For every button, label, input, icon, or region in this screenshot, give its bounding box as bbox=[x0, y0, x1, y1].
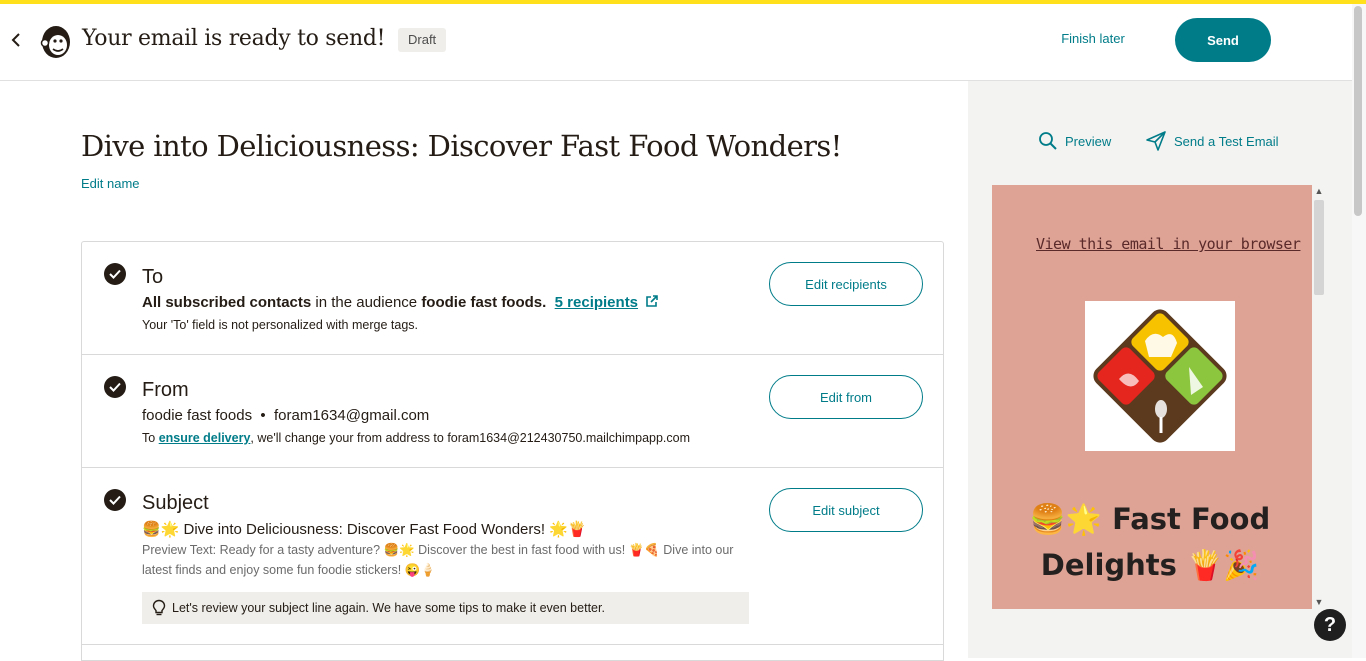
scroll-up-icon[interactable]: ▲ bbox=[1314, 186, 1324, 196]
to-audience-line: All subscribed contacts in the audience … bbox=[142, 294, 659, 312]
from-heading: From bbox=[142, 379, 189, 401]
subject-heading: Subject bbox=[142, 492, 209, 514]
ensure-delivery-link[interactable]: ensure delivery bbox=[159, 431, 251, 445]
to-audience-name: foodie fast foods. bbox=[421, 294, 547, 311]
to-contacts-label: All subscribed contacts bbox=[142, 294, 312, 311]
page-title: Your email is ready to send! bbox=[82, 26, 386, 51]
to-audience-text: in the audience bbox=[311, 294, 422, 311]
to-section: To All subscribed contacts in the audien… bbox=[82, 242, 943, 355]
header: Your email is ready to send! Draft Finis… bbox=[0, 4, 1352, 81]
send-test-email-label: Send a Test Email bbox=[1174, 133, 1279, 149]
from-note-prefix: To bbox=[142, 431, 159, 445]
subject-section: Subject 🍔🌟 Dive into Deliciousness: Disc… bbox=[82, 468, 943, 645]
from-note-suffix: , we'll change your from address to fora… bbox=[250, 431, 691, 445]
preview-label: Preview bbox=[1065, 133, 1112, 149]
subject-tip: Let's review your subject line again. We… bbox=[142, 592, 749, 624]
scroll-down-icon[interactable]: ▼ bbox=[1314, 597, 1324, 607]
status-badge: Draft bbox=[398, 28, 447, 52]
paper-plane-icon bbox=[1145, 130, 1167, 152]
view-in-browser-link[interactable]: View this email in your browser bbox=[1036, 235, 1301, 253]
from-note: To ensure delivery, we'll change your fr… bbox=[142, 431, 690, 445]
back-chevron-icon[interactable] bbox=[8, 30, 24, 50]
mailchimp-logo bbox=[36, 21, 76, 61]
subject-line: 🍔🌟 Dive into Deliciousness: Discover Fas… bbox=[142, 521, 587, 538]
check-circle-icon bbox=[104, 376, 126, 398]
email-heading: 🍔🌟 Fast Food Delights 🍟🎉 bbox=[1029, 502, 1271, 582]
to-heading: To bbox=[142, 266, 164, 288]
preview-scrollbar-thumb[interactable] bbox=[1314, 200, 1324, 295]
email-logo-image bbox=[1085, 301, 1235, 451]
from-line: foodie fast foods • foram1634@gmail.com bbox=[142, 407, 430, 424]
finish-later-button[interactable]: Finish later bbox=[1048, 31, 1138, 46]
main-content: Dive into Deliciousness: Discover Fast F… bbox=[0, 81, 968, 661]
search-icon bbox=[1038, 131, 1058, 151]
page-scrollbar-thumb[interactable] bbox=[1354, 6, 1362, 216]
lightbulb-icon bbox=[152, 599, 166, 617]
preview-text: Preview Text: Ready for a tasty adventur… bbox=[142, 543, 734, 577]
preview-link[interactable]: Preview bbox=[1038, 130, 1111, 152]
to-note: Your 'To' field is not personalized with… bbox=[142, 318, 418, 332]
help-icon[interactable]: ? bbox=[1314, 609, 1346, 641]
send-test-email-link[interactable]: Send a Test Email bbox=[1145, 130, 1279, 152]
edit-subject-button[interactable]: Edit subject bbox=[769, 488, 923, 532]
edit-name-link[interactable]: Edit name bbox=[81, 176, 140, 191]
check-circle-icon bbox=[104, 489, 126, 511]
campaign-name: Dive into Deliciousness: Discover Fast F… bbox=[81, 129, 842, 163]
send-button[interactable]: Send bbox=[1175, 18, 1271, 62]
subject-tip-text: Let's review your subject line again. We… bbox=[172, 601, 605, 615]
recipients-link[interactable]: 5 recipients bbox=[555, 294, 638, 311]
edit-from-button[interactable]: Edit from bbox=[769, 375, 923, 419]
external-link-icon[interactable] bbox=[645, 294, 659, 312]
edit-recipients-button[interactable]: Edit recipients bbox=[769, 262, 923, 306]
from-section: From foodie fast foods • foram1634@gmail… bbox=[82, 355, 943, 468]
send-checklist: To All subscribed contacts in the audien… bbox=[81, 241, 944, 661]
check-circle-icon bbox=[104, 263, 126, 285]
